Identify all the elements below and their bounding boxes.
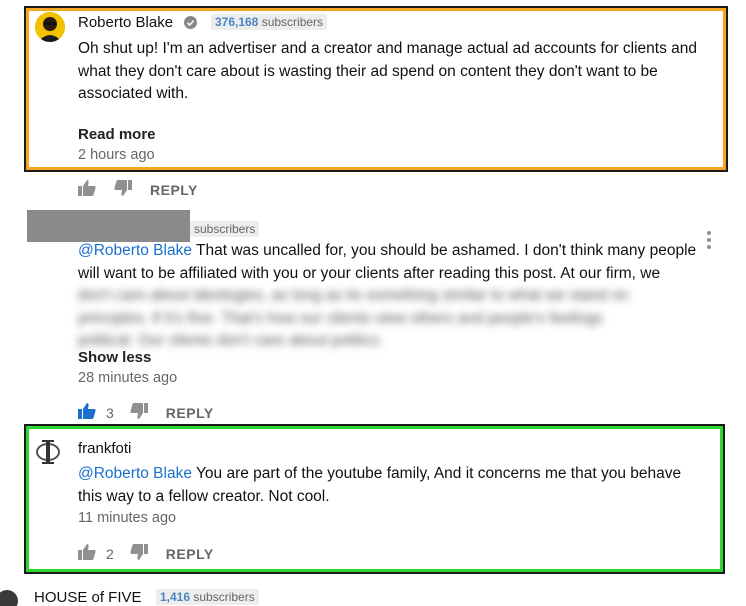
avatar[interactable] <box>35 12 65 42</box>
comment-author[interactable]: Roberto Blake <box>78 14 173 31</box>
comment-author[interactable]: HOUSE of FIVE <box>34 589 142 606</box>
comment-text: @Roberto Blake That was uncalled for, yo… <box>78 242 697 349</box>
thumbs-down-icon[interactable] <box>130 403 148 422</box>
avatar-image <box>35 12 65 42</box>
thumbs-up-icon[interactable] <box>78 544 96 563</box>
like-count: 2 <box>106 545 114 562</box>
show-less-link[interactable]: Show less <box>78 349 151 366</box>
redacted-username <box>27 210 190 242</box>
reply-button[interactable]: REPLY <box>150 182 198 198</box>
comment-author[interactable]: frankfoti <box>78 440 131 457</box>
subscriber-badge: 376,168 subscribers <box>210 14 328 30</box>
thumbs-up-icon[interactable] <box>78 403 96 422</box>
comment-header: Roberto Blake 376,168 subscribers <box>78 14 328 34</box>
avatar[interactable] <box>34 438 62 466</box>
thumbs-down-icon[interactable] <box>114 180 132 199</box>
like-count: 3 <box>106 404 114 421</box>
read-more-link[interactable]: Read more <box>78 126 156 143</box>
comment-time[interactable]: 11 minutes ago <box>78 510 176 526</box>
comment-actions: REPLY <box>78 180 198 199</box>
verified-icon <box>183 16 197 34</box>
comment-text: @Roberto Blake You are part of the youtu… <box>78 465 682 505</box>
thumbs-down-icon[interactable] <box>130 544 148 563</box>
reply-button[interactable]: REPLY <box>166 546 214 562</box>
subscriber-badge: subscribers <box>190 221 260 237</box>
subscriber-badge: 1,416 subscribers <box>155 589 259 605</box>
phi-logo-icon <box>36 440 60 464</box>
thumbs-up-icon[interactable] <box>78 180 96 199</box>
avatar[interactable] <box>0 590 18 606</box>
reply-button[interactable]: REPLY <box>166 405 214 421</box>
comment-header: HOUSE of FIVE 1,416 subscribers <box>34 589 259 606</box>
mention-link[interactable]: @Roberto Blake <box>78 465 192 482</box>
mention-link[interactable]: @Roberto Blake <box>78 242 192 259</box>
comment-time[interactable]: 2 hours ago <box>78 147 155 163</box>
comment-actions: 2 REPLY <box>78 544 214 563</box>
comment-time[interactable]: 28 minutes ago <box>78 370 177 386</box>
comment-text: Oh shut up! I'm an advertiser and a crea… <box>78 40 698 102</box>
comment-header: subscribers <box>190 221 260 239</box>
comment-actions: 3 REPLY <box>78 403 214 422</box>
